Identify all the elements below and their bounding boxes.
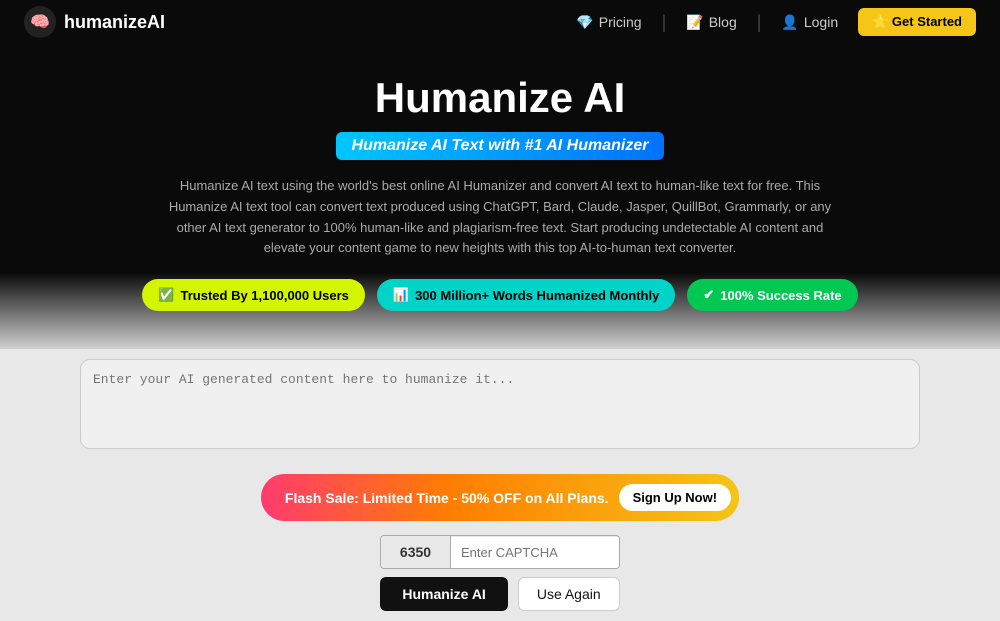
nav-divider-1: | <box>662 12 667 33</box>
use-again-button[interactable]: Use Again <box>518 577 620 611</box>
input-section <box>0 349 1000 464</box>
hero-section: Humanize AI Humanize AI Text with #1 AI … <box>0 44 1000 349</box>
flash-sale-wrapper: Flash Sale: Limited Time - 50% OFF on Al… <box>0 464 1000 529</box>
get-started-button[interactable]: ⭐ Get Started <box>858 8 976 36</box>
hero-subtitle-wrapper: Humanize AI Text with #1 AI Humanizer <box>336 132 665 160</box>
action-buttons: Humanize AI Use Again <box>380 577 619 611</box>
nav-divider-2: | <box>757 12 762 33</box>
flash-sale-text: Flash Sale: Limited Time - 50% OFF on Al… <box>285 490 609 506</box>
humanize-ai-button[interactable]: Humanize AI <box>380 577 508 611</box>
badges-row: ✅ Trusted By 1,100,000 Users 📊 300 Milli… <box>20 279 980 311</box>
badge-words: 📊 300 Million+ Words Humanized Monthly <box>377 279 675 311</box>
navbar: 🧠 humanizeAI 💎 Pricing | 📝 Blog | 👤 Logi… <box>0 0 1000 44</box>
logo-text: humanizeAI <box>64 12 165 33</box>
sign-up-now-button[interactable]: Sign Up Now! <box>619 484 732 511</box>
captcha-row: 6350 <box>380 535 620 569</box>
blog-icon: 📝 <box>686 14 703 31</box>
hero-title: Humanize AI <box>20 74 980 122</box>
chart-icon: 📊 <box>393 287 409 303</box>
nav-link-login[interactable]: 👤 Login <box>781 14 838 31</box>
hero-subtitle: Humanize AI Text with #1 AI Humanizer <box>352 137 649 154</box>
ai-text-input[interactable] <box>80 359 920 449</box>
user-icon: 👤 <box>781 14 798 31</box>
logo[interactable]: 🧠 humanizeAI <box>24 6 165 38</box>
bottom-section: 6350 Humanize AI Use Again <box>0 529 1000 621</box>
diamond-icon: 💎 <box>576 14 593 31</box>
logo-icon: 🧠 <box>24 6 56 38</box>
badge-success: ✔ 100% Success Rate <box>687 279 857 311</box>
tick-icon: ✔ <box>703 287 714 303</box>
nav-links: 💎 Pricing | 📝 Blog | 👤 Login ⭐ Get Start… <box>576 8 976 36</box>
check-icon: ✅ <box>158 287 174 303</box>
nav-link-pricing[interactable]: 💎 Pricing <box>576 14 641 31</box>
captcha-input[interactable] <box>451 537 620 568</box>
hero-description: Humanize AI text using the world's best … <box>160 176 840 259</box>
nav-link-blog[interactable]: 📝 Blog <box>686 14 736 31</box>
badge-users: ✅ Trusted By 1,100,000 Users <box>142 279 365 311</box>
flash-sale-banner: Flash Sale: Limited Time - 50% OFF on Al… <box>261 474 739 521</box>
captcha-code: 6350 <box>381 536 451 568</box>
